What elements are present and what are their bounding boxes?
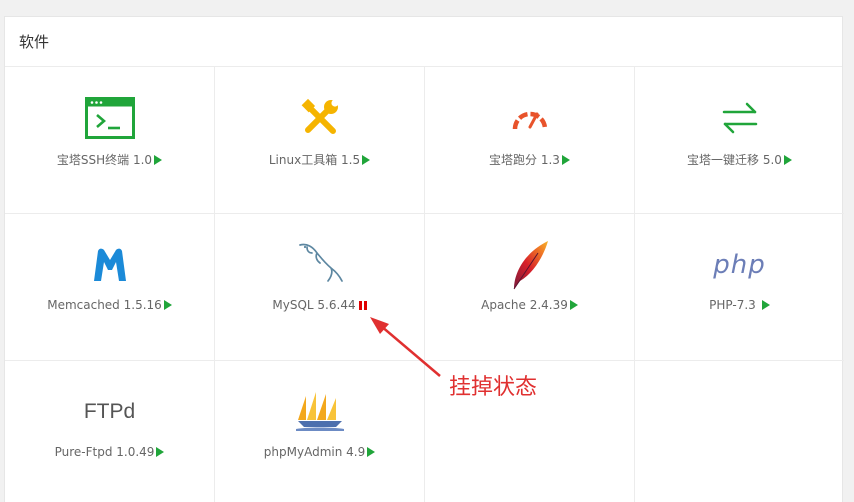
ftp-logo-text: FTPd	[83, 400, 136, 423]
software-label: phpMyAdmin 4.9	[263, 445, 366, 459]
pause-icon[interactable]	[358, 300, 367, 310]
ftp-logo-icon: FTPd	[84, 391, 135, 433]
play-icon[interactable]	[367, 447, 376, 457]
software-item-bt-benchmark[interactable]: 宝塔跑分 1.3	[425, 67, 635, 214]
software-label: MySQL 5.6.44	[272, 298, 356, 312]
software-item-linux-toolbox[interactable]: Linux工具箱 1.5	[215, 67, 425, 214]
php-logo-icon: php	[713, 244, 766, 286]
play-icon[interactable]	[362, 154, 371, 165]
software-label: 宝塔跑分 1.3	[489, 153, 560, 167]
software-item-pure-ftpd[interactable]: FTPd Pure-Ftpd 1.0.49	[5, 361, 215, 502]
software-grid: 宝塔SSH终端 1.0 Linux工具箱 1.5 宝塔跑分 1.3 宝塔一键迁移…	[5, 67, 844, 502]
software-item-phpmyadmin[interactable]: phpMyAdmin 4.9	[215, 361, 425, 502]
software-item-apache[interactable]: Apache 2.4.39	[425, 214, 635, 361]
software-panel: 软件 宝塔SSH终端 1.0 Linux工具箱 1.5 宝塔跑分 1.3 宝塔一…	[4, 16, 844, 502]
software-label: 宝塔一键迁移 5.0	[687, 153, 782, 167]
transfer-arrows-icon	[722, 97, 758, 139]
panel-header: 软件	[5, 17, 842, 67]
software-label: 宝塔SSH终端 1.0	[56, 153, 153, 167]
annotation-text: 挂掉状态	[449, 375, 538, 400]
software-item-bt-migration[interactable]: 宝塔一键迁移 5.0	[635, 67, 844, 214]
apache-feather-icon	[508, 241, 552, 290]
mysql-dolphin-icon	[295, 243, 345, 286]
play-icon[interactable]	[154, 154, 163, 165]
terminal-icon	[84, 97, 135, 139]
play-icon[interactable]	[783, 154, 792, 165]
empty-cell	[635, 361, 844, 502]
software-item-mysql[interactable]: MySQL 5.6.44	[215, 214, 425, 361]
php-logo-text: php	[713, 250, 766, 280]
play-icon[interactable]	[163, 300, 172, 310]
software-item-ssh-terminal[interactable]: 宝塔SSH终端 1.0	[5, 67, 215, 214]
play-icon[interactable]	[561, 154, 570, 165]
software-item-memcached[interactable]: Memcached 1.5.16	[5, 214, 215, 361]
play-icon[interactable]	[761, 300, 770, 310]
panel-title: 软件	[19, 33, 50, 51]
software-label: Linux工具箱 1.5	[268, 153, 361, 167]
memcached-logo-icon	[92, 244, 128, 286]
software-item-php[interactable]: php PHP-7.3	[635, 214, 844, 361]
gauge-icon	[511, 97, 549, 139]
software-label: PHP-7.3	[709, 298, 756, 312]
software-label: Pure-Ftpd 1.0.49	[54, 445, 155, 459]
play-icon[interactable]	[156, 447, 165, 457]
tools-icon	[300, 97, 340, 139]
software-label: Apache 2.4.39	[481, 298, 568, 312]
software-label: Memcached 1.5.16	[47, 298, 162, 312]
play-icon[interactable]	[569, 300, 578, 310]
phpmyadmin-sailboat-icon	[295, 391, 344, 433]
